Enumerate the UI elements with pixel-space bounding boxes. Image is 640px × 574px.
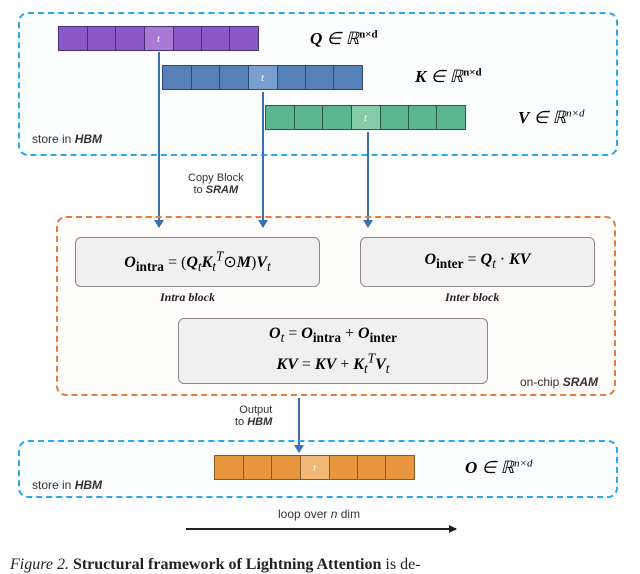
intra-label: Intra block <box>160 290 215 305</box>
v-label: V ∈ ℝn×d <box>518 107 585 128</box>
output-annotation: Outputto HBM <box>235 404 272 428</box>
o-label: O ∈ ℝn×d <box>465 457 533 478</box>
q-label: Q ∈ ℝn×d <box>310 28 378 49</box>
intra-eq: Ointra = (QtKtT⊙M)Vt <box>124 249 270 276</box>
o-t-cell <box>300 455 330 480</box>
figure-caption: Figure 2. Structural framework of Lightn… <box>0 556 640 574</box>
update-eq-2: KV = KV + KtTVt <box>277 350 390 377</box>
k-tensor <box>162 65 363 90</box>
q-tensor <box>58 26 259 51</box>
k-t-cell <box>248 65 278 90</box>
inter-eq-box: Ointer = Qt · KV <box>360 237 595 287</box>
update-eq-1: Ot = Ointra + Ointer <box>269 325 397 346</box>
loop-arrow <box>186 528 456 530</box>
intra-eq-box: Ointra = (QtKtT⊙M)Vt <box>75 237 320 287</box>
inter-label: Inter block <box>445 290 499 305</box>
hbm-top-label: store in HBM <box>32 132 102 146</box>
arrow-v <box>367 132 369 227</box>
copy-annotation: Copy Blockto SRAM <box>188 172 244 196</box>
k-label: K ∈ ℝn×d <box>415 66 482 87</box>
inter-eq: Ointer = Qt · KV <box>425 251 531 272</box>
q-t-cell <box>144 26 174 51</box>
arrow-k <box>262 92 264 227</box>
caption-fignum: Figure 2. <box>10 556 69 573</box>
update-eq-box: Ot = Ointra + Ointer KV = KV + KtTVt <box>178 318 488 384</box>
loop-label: loop over n dim <box>278 507 360 521</box>
hbm-bottom-label: store in HBM <box>32 478 102 492</box>
o-tensor <box>214 455 415 480</box>
v-t-cell <box>351 105 381 130</box>
sram-label: on-chip SRAM <box>520 375 598 389</box>
arrow-q <box>158 52 160 227</box>
caption-rest: is de- <box>385 556 420 573</box>
v-tensor <box>265 105 466 130</box>
caption-title: Structural framework of Lightning Attent… <box>73 556 381 573</box>
figure-diagram: store in HBM Q ∈ ℝn×d K ∈ ℝn×d V ∈ ℝn×d … <box>0 0 640 548</box>
